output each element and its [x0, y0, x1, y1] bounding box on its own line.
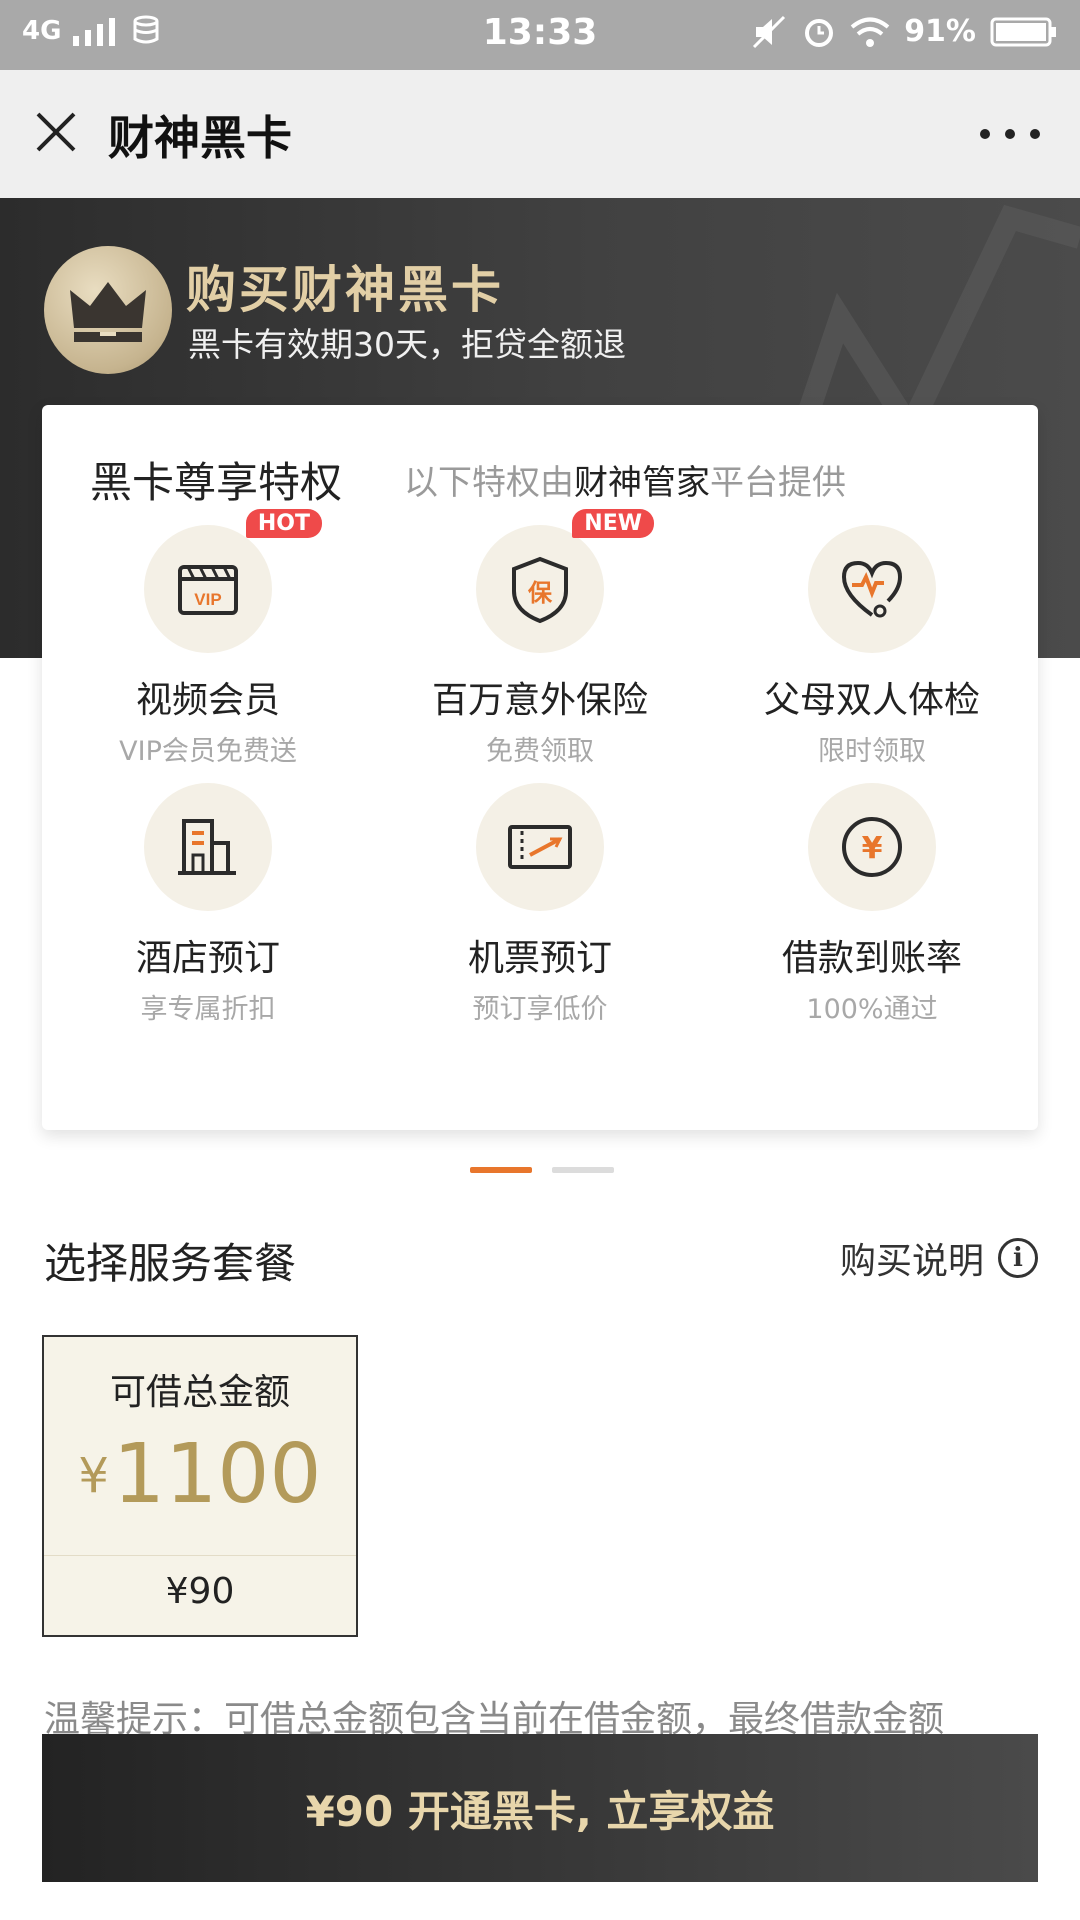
privilege-provider: 以下特权由财神管家平台提供 — [404, 455, 846, 504]
more-dot-icon — [1005, 129, 1015, 139]
crown-icon — [70, 282, 146, 342]
status-right: 91% — [752, 14, 1058, 49]
icon-circle: NEW 保 — [476, 509, 654, 653]
privilege-item-loan-rate[interactable]: ¥ 借款到账率 100%通过 — [706, 783, 1038, 1026]
close-icon — [36, 112, 76, 152]
new-badge: NEW — [572, 509, 654, 538]
svg-text:¥: ¥ — [862, 831, 883, 866]
privilege-desc: 预订享低价 — [472, 994, 608, 1025]
pager-dot[interactable] — [552, 1167, 614, 1173]
open-black-card-button[interactable]: ¥90 开通黑卡, 立享权益 — [42, 1734, 1038, 1882]
provider-name: 财神管家 — [574, 463, 710, 503]
status-bar: 4G 13:33 91% — [0, 0, 1080, 70]
package-label: 可借总金额 — [109, 1372, 290, 1413]
provider-prefix: 以下特权由 — [404, 463, 574, 503]
icon-circle: ¥ — [808, 783, 936, 911]
privilege-item-flight[interactable]: 机票预订 预订享低价 — [374, 783, 706, 1026]
icon-circle — [808, 525, 936, 653]
vip-ticket-icon: VIP — [178, 565, 238, 615]
privilege-title: 黑卡尊享特权 — [90, 458, 343, 507]
icon-circle — [144, 783, 272, 911]
privilege-name: 百万意外保险 — [431, 680, 648, 721]
privilege-item-hotel[interactable]: 酒店预订 享专属折扣 — [42, 783, 374, 1026]
provider-suffix: 平台提供 — [710, 463, 846, 503]
icon-circle: HOT VIP — [144, 509, 322, 653]
package-section-title: 选择服务套餐 — [44, 1239, 297, 1288]
amount-value: 1100 — [112, 1427, 322, 1522]
hot-badge: HOT — [245, 509, 322, 538]
more-menu-button[interactable] — [980, 124, 1040, 144]
icon-circle — [476, 783, 604, 911]
package-option[interactable]: 可借总金额 ¥1100 ¥90 — [42, 1335, 358, 1637]
plane-ticket-icon — [508, 825, 572, 869]
privilege-name: 酒店预订 — [135, 938, 280, 979]
info-icon: i — [998, 1238, 1038, 1278]
more-dot-icon — [980, 129, 990, 139]
package-divider — [44, 1555, 356, 1556]
purchase-help-label: 购买说明 — [839, 1241, 984, 1282]
shield-insurance-icon: 保 — [512, 556, 568, 624]
privilege-desc: 限时领取 — [818, 736, 926, 767]
currency-symbol: ¥ — [78, 1448, 109, 1504]
more-dot-icon — [1030, 129, 1040, 139]
close-button[interactable] — [30, 106, 82, 158]
privilege-item-video-vip[interactable]: HOT VIP 视频会员 VIP会员免费送 — [42, 509, 374, 768]
privilege-item-insurance[interactable]: NEW 保 百万意外保险 免费领取 — [374, 509, 706, 768]
privilege-desc: 免费领取 — [486, 736, 594, 767]
privilege-desc: 100%通过 — [806, 994, 938, 1025]
svg-text:VIP: VIP — [194, 590, 221, 609]
page-title: 财神黑卡 — [108, 111, 292, 165]
privilege-name: 父母双人体检 — [763, 680, 980, 721]
battery-percent: 91% — [904, 14, 976, 49]
privilege-card: 黑卡尊享特权 以下特权由财神管家平台提供 HOT VIP 视频会员 VIP会员免… — [42, 405, 1038, 1130]
hotel-building-icon — [178, 819, 236, 875]
wifi-icon — [850, 17, 890, 47]
privilege-desc: 享专属折扣 — [140, 994, 276, 1025]
pager-dot-active[interactable] — [470, 1167, 532, 1173]
privilege-name: 机票预订 — [467, 938, 612, 979]
heart-stethoscope-icon — [841, 560, 903, 618]
banner-subtitle: 黑卡有效期30天，拒贷全额退 — [188, 325, 626, 364]
mute-icon — [753, 15, 786, 48]
carousel-pager — [470, 1167, 614, 1173]
privilege-name: 视频会员 — [135, 680, 280, 721]
yen-coin-icon: ¥ — [842, 817, 902, 877]
alarm-icon — [805, 18, 834, 47]
svg-text:保: 保 — [527, 579, 553, 607]
privilege-item-health-check[interactable]: 父母双人体检 限时领取 — [706, 525, 1038, 768]
privilege-name: 借款到账率 — [781, 938, 962, 979]
banner-title: 购买财神黑卡 — [186, 261, 504, 319]
package-price: ¥90 — [165, 1571, 235, 1612]
battery-icon — [990, 17, 1056, 46]
crown-badge — [44, 246, 172, 374]
privilege-desc: VIP会员免费送 — [119, 736, 297, 767]
purchase-help-link[interactable]: 购买说明 i — [840, 1232, 1038, 1284]
title-bar: 财神黑卡 — [0, 70, 1080, 198]
package-amount: ¥1100 — [44, 1427, 356, 1522]
